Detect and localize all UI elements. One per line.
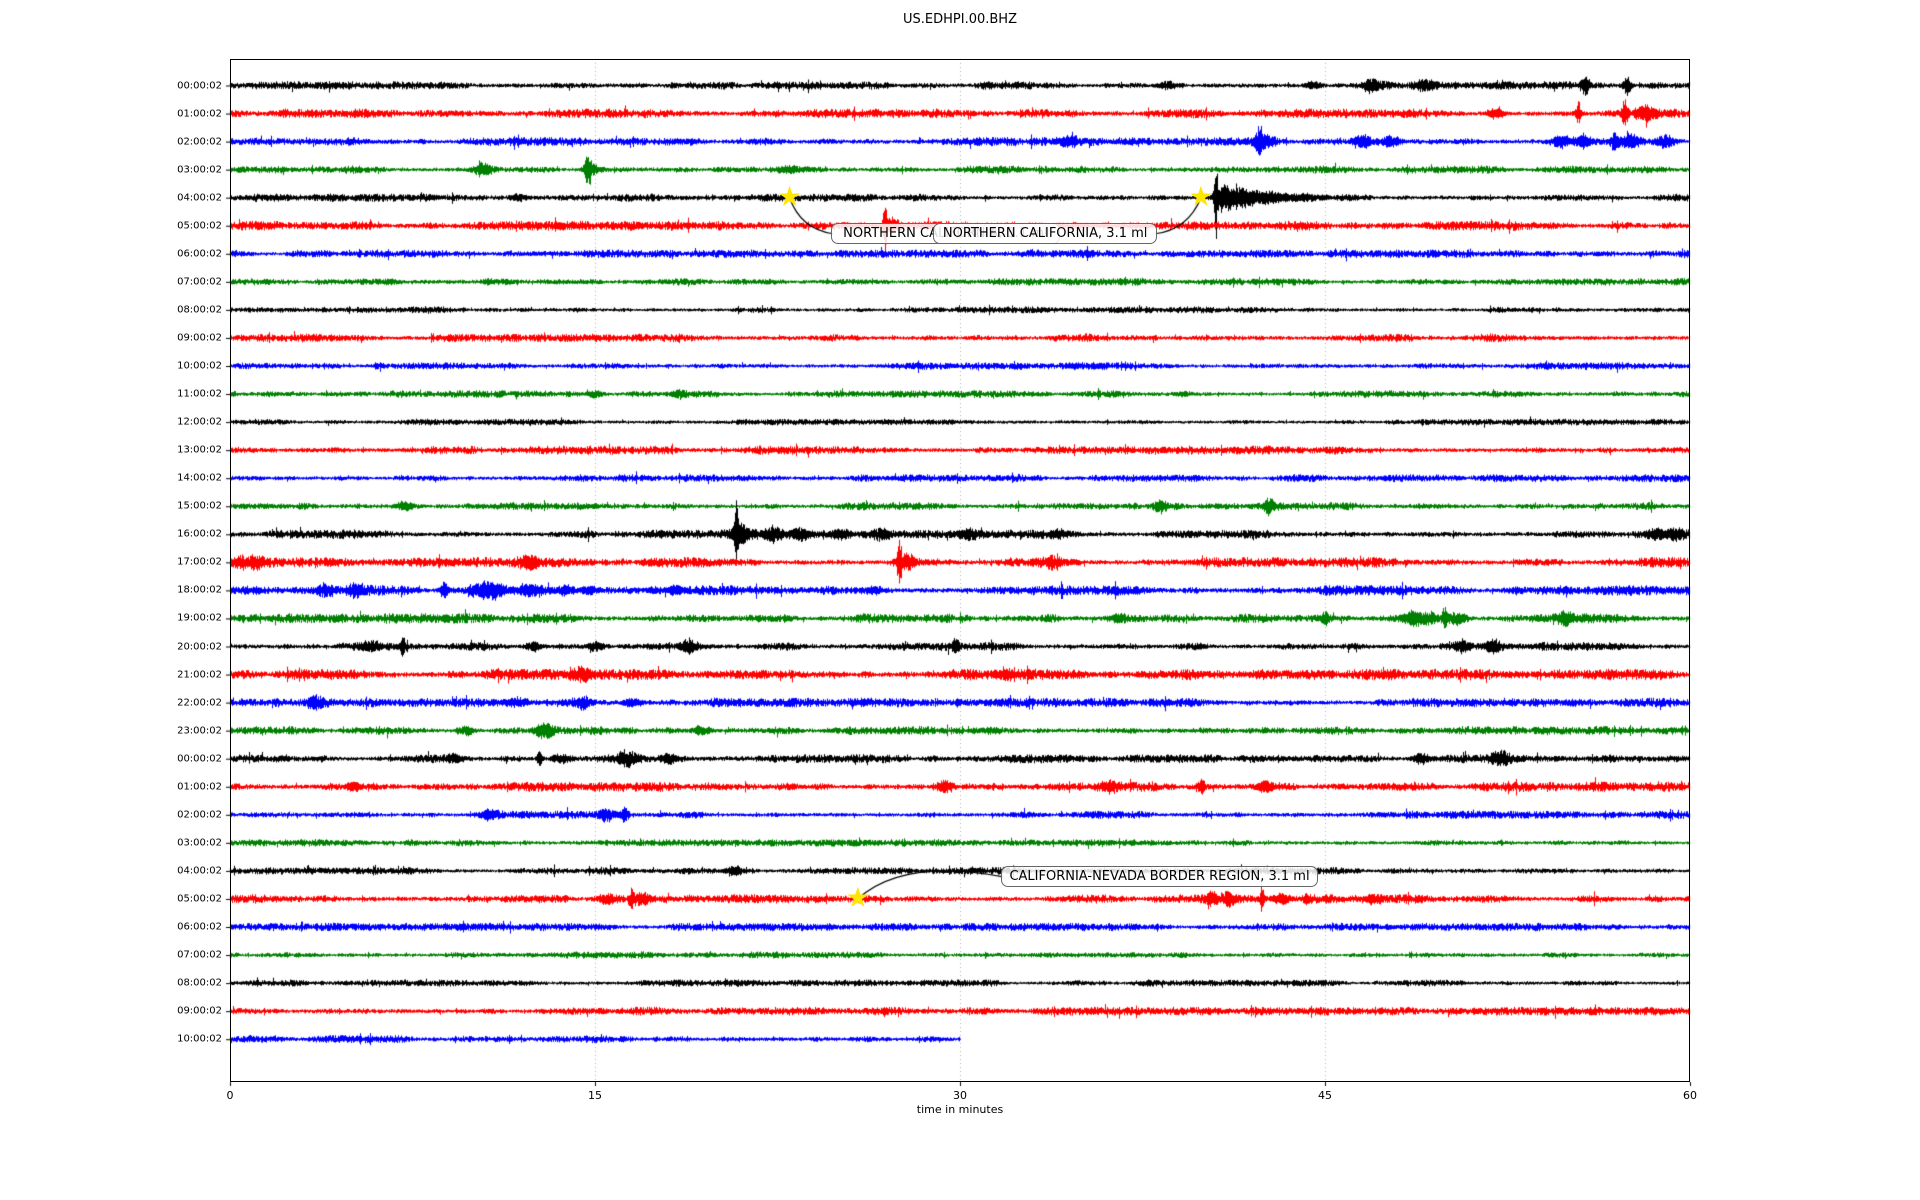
y-tick-label: 00:00:02 [177, 80, 222, 91]
y-tick-label: 05:00:02 [177, 220, 222, 231]
y-tick-label: 04:00:02 [177, 192, 222, 203]
event-annotation-label: NORTHERN CALIFORNIA, 3.1 ml [933, 223, 1157, 244]
x-axis-title: time in minutes [917, 1103, 1003, 1116]
y-tick-label: 23:00:02 [177, 725, 222, 736]
y-tick-label: 07:00:02 [177, 950, 222, 961]
event-star-marker: ★ [1189, 183, 1213, 210]
y-tick-label: 08:00:02 [177, 978, 222, 989]
y-tick-label: 12:00:02 [177, 417, 222, 428]
y-tick-label: 16:00:02 [177, 529, 222, 540]
x-tick-label: 30 [953, 1089, 967, 1102]
x-tick-label: 0 [227, 1089, 234, 1102]
event-annotation-label: CALIFORNIA-NEVADA BORDER REGION, 3.1 ml [1001, 866, 1317, 887]
x-tick-label: 15 [588, 1089, 602, 1102]
y-tick-label: 06:00:02 [177, 248, 222, 259]
y-tick-label: 18:00:02 [177, 585, 222, 596]
y-tick-label: 15:00:02 [177, 501, 222, 512]
y-tick-label: 22:00:02 [177, 697, 222, 708]
x-tick-label: 45 [1318, 1089, 1332, 1102]
y-tick-label: 04:00:02 [177, 865, 222, 876]
y-tick-label: 03:00:02 [177, 164, 222, 175]
y-tick-label: 21:00:02 [177, 669, 222, 680]
y-tick-label: 02:00:02 [177, 136, 222, 147]
y-tick-label: 17:00:02 [177, 557, 222, 568]
y-tick-label: 09:00:02 [177, 332, 222, 343]
y-tick-label: 13:00:02 [177, 445, 222, 456]
plot-border [230, 59, 1690, 1082]
y-tick-label: 00:00:02 [177, 753, 222, 764]
y-tick-label: 01:00:02 [177, 781, 222, 792]
y-tick-label: 19:00:02 [177, 613, 222, 624]
y-tick-label: 11:00:02 [177, 389, 222, 400]
y-tick-label: 06:00:02 [177, 922, 222, 933]
y-tick-label: 10:00:02 [177, 1034, 222, 1045]
y-tick-label: 03:00:02 [177, 837, 222, 848]
y-tick-label: 14:00:02 [177, 473, 222, 484]
y-tick-label: 01:00:02 [177, 108, 222, 119]
y-tick-label: 05:00:02 [177, 893, 222, 904]
y-tick-label: 08:00:02 [177, 304, 222, 315]
x-tick-label: 60 [1683, 1089, 1697, 1102]
y-tick-label: 20:00:02 [177, 641, 222, 652]
event-star-marker: ★ [846, 884, 870, 911]
event-star-marker: ★ [778, 183, 802, 210]
y-tick-label: 07:00:02 [177, 276, 222, 287]
helicorder-figure: US.EDHPI.00.BHZ 00:00:0201:00:0202:00:02… [0, 0, 1920, 1200]
y-tick-label: 02:00:02 [177, 809, 222, 820]
y-tick-label: 09:00:02 [177, 1006, 222, 1017]
y-tick-label: 10:00:02 [177, 361, 222, 372]
